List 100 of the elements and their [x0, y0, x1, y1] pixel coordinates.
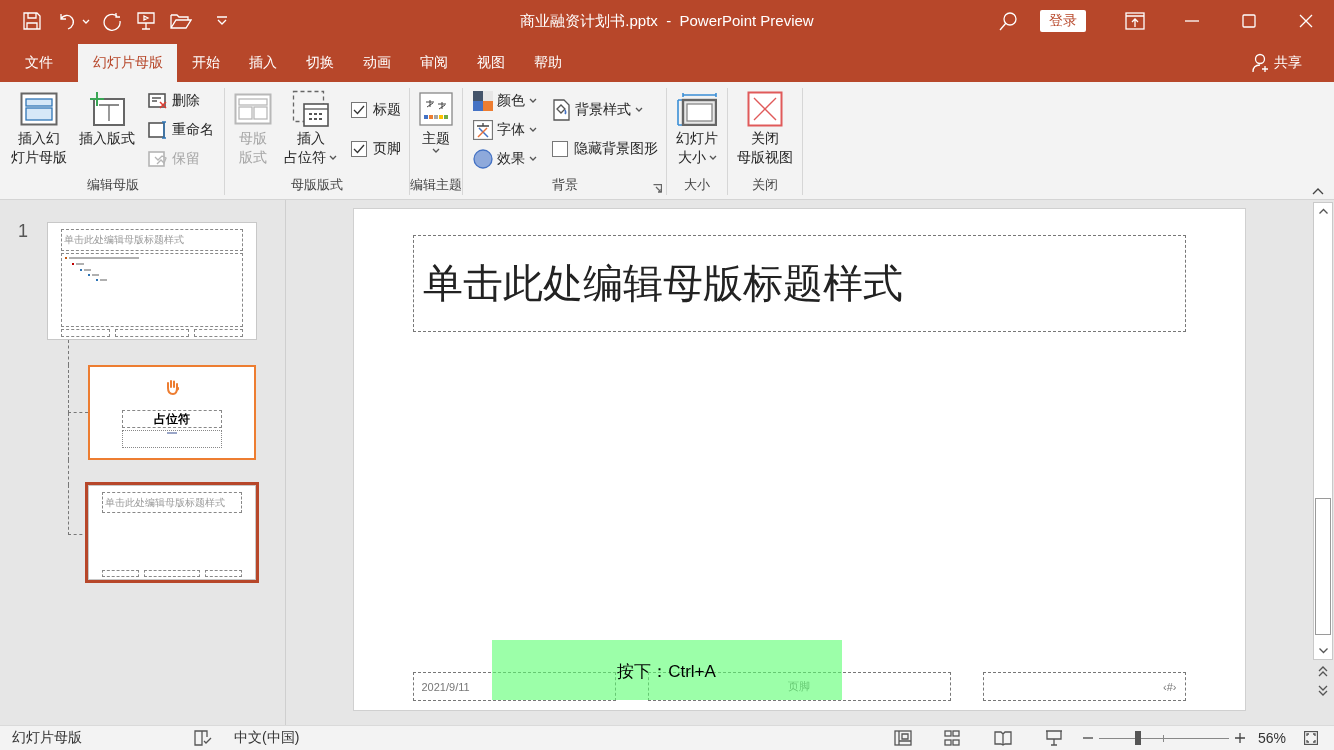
ribbon-display-icon[interactable] — [1124, 12, 1145, 30]
slideshow-icon[interactable] — [1044, 730, 1063, 746]
ribbon-button[interactable]: 关闭 母版视图 — [732, 88, 798, 167]
theme-icon — [419, 91, 453, 126]
caret-icon — [635, 107, 643, 112]
slide-title: 单击此处编辑母版标题样式 — [422, 260, 903, 307]
footer-placeholder[interactable]: 2021/9/11 — [412, 672, 616, 701]
ribbon-button[interactable]: 幻灯片 大小 — [671, 88, 723, 167]
share-button[interactable]: 共享 — [1246, 44, 1308, 82]
zoom-percent[interactable]: 56% — [1257, 730, 1286, 746]
group-label: 背景 — [551, 176, 578, 194]
ribbon-button[interactable]: 删除 — [146, 88, 216, 113]
window-title: 商业融资计划书.pptx - PowerPoint Preview — [520, 11, 814, 31]
save-icon[interactable] — [22, 11, 42, 31]
text-line-drawing — [167, 431, 177, 435]
pin-icon — [148, 149, 168, 168]
zoom-in-icon[interactable] — [1234, 733, 1245, 743]
fit-to-window-icon[interactable] — [1304, 731, 1318, 745]
checkbox[interactable] — [351, 140, 367, 157]
caret-icon — [529, 127, 537, 132]
palette-icon — [473, 90, 493, 111]
checkbox[interactable] — [552, 140, 568, 157]
placeholder-icon — [291, 89, 330, 128]
maximize-icon[interactable] — [1241, 14, 1256, 28]
ribbon-button[interactable]: 主题 — [414, 88, 458, 153]
menu-tab[interactable]: 视图 — [462, 44, 519, 82]
font-icon — [473, 119, 493, 140]
title-placeholder[interactable]: 单击此处编辑母版标题样式 — [412, 235, 1186, 332]
footer-placeholder — [204, 570, 242, 577]
scroll-down-icon[interactable] — [1318, 648, 1328, 654]
menu-tab[interactable]: 帮助 — [519, 44, 576, 82]
ribbon-button[interactable]: 字体 — [471, 117, 539, 142]
add-person-icon — [1252, 53, 1270, 73]
scrollbar-thumb[interactable] — [1315, 498, 1331, 635]
presentation-icon[interactable] — [136, 11, 156, 31]
checkbox-label[interactable]: 页脚 — [373, 139, 401, 158]
caret-icon — [529, 156, 537, 161]
ribbon-button[interactable]: 插入版式 — [74, 88, 140, 148]
caret-icon — [82, 18, 90, 24]
group-label: 关闭 — [752, 176, 778, 194]
accessibility-check-icon[interactable] — [194, 730, 212, 746]
delete-icon — [148, 91, 168, 110]
menu-tab[interactable]: 文件 — [10, 44, 67, 82]
slide-sorter-icon[interactable] — [943, 730, 960, 746]
slide-size-icon — [677, 91, 717, 126]
folder-icon[interactable] — [170, 11, 192, 31]
ribbon-button[interactable]: 颜色 — [471, 88, 539, 113]
footer-placeholder — [144, 570, 200, 577]
group-label: 编辑母版 — [87, 176, 139, 194]
caret-icon — [708, 155, 717, 160]
view-mode-label: 幻灯片母版 — [12, 729, 82, 747]
ribbon-button[interactable]: 插入 占位符 — [279, 88, 342, 167]
menu-tab[interactable]: 开始 — [177, 44, 234, 82]
previous-slide-icon[interactable] — [1318, 666, 1328, 678]
checkbox-label[interactable]: 标题 — [373, 100, 401, 119]
circle-icon — [473, 148, 493, 169]
menu-tab[interactable]: 切换 — [291, 44, 348, 82]
rename-icon — [148, 120, 168, 139]
caret-icon — [529, 98, 537, 103]
ribbon-button[interactable]: 重命名 — [146, 117, 216, 142]
scrollbar[interactable] — [1313, 202, 1333, 660]
menu-tab[interactable]: 插入 — [234, 44, 291, 82]
footer-placeholder — [61, 329, 111, 337]
group-label: 大小 — [684, 176, 710, 194]
layout-thumbnail[interactable]: 占位符 — [88, 365, 256, 460]
next-slide-icon[interactable] — [1318, 684, 1328, 696]
scroll-up-icon[interactable] — [1318, 208, 1328, 214]
close-icon[interactable] — [1298, 14, 1313, 28]
ribbon-button[interactable]: 插入幻 灯片母版 — [6, 88, 72, 167]
footer-placeholder[interactable]: ‹#› — [982, 672, 1186, 701]
minimize-icon[interactable] — [1184, 20, 1199, 22]
caret-icon — [432, 148, 440, 153]
customize-icon[interactable] — [216, 16, 228, 26]
dialog-launcher-icon[interactable] — [653, 184, 662, 193]
check-icon — [353, 104, 365, 115]
menu-tab[interactable]: 动画 — [348, 44, 405, 82]
menu-tab[interactable]: 审阅 — [405, 44, 462, 82]
thumbnail-title: 占位符 — [154, 410, 190, 428]
redo-icon[interactable] — [102, 11, 122, 31]
reading-view-icon[interactable] — [993, 730, 1012, 746]
hand-icon — [165, 379, 179, 395]
zoom-slider-thumb[interactable] — [1134, 731, 1141, 745]
normal-view-icon[interactable] — [893, 730, 912, 746]
group-label: 编辑主题 — [410, 176, 462, 194]
layout-icon — [234, 92, 272, 125]
ribbon-button[interactable]: 效果 — [471, 146, 539, 171]
slide-master-icon — [20, 91, 58, 126]
sign-in-button[interactable]: 登录 — [1040, 10, 1086, 32]
search-icon[interactable] — [998, 11, 1018, 31]
close-box-icon — [747, 90, 783, 127]
language-label[interactable]: 中文(中国) — [234, 729, 300, 747]
ribbon-button[interactable]: 背景样式 — [549, 97, 658, 122]
group-label: 母版版式 — [291, 176, 343, 194]
checkbox[interactable] — [351, 101, 367, 118]
collapse-ribbon-icon[interactable] — [1312, 188, 1324, 195]
checkbox-label[interactable]: 隐藏背景图形 — [574, 139, 658, 158]
check-icon — [353, 143, 365, 154]
footer-placeholder — [193, 329, 243, 337]
menu-tab[interactable]: 幻灯片母版 — [78, 44, 177, 82]
layout-plus-icon — [88, 90, 126, 127]
